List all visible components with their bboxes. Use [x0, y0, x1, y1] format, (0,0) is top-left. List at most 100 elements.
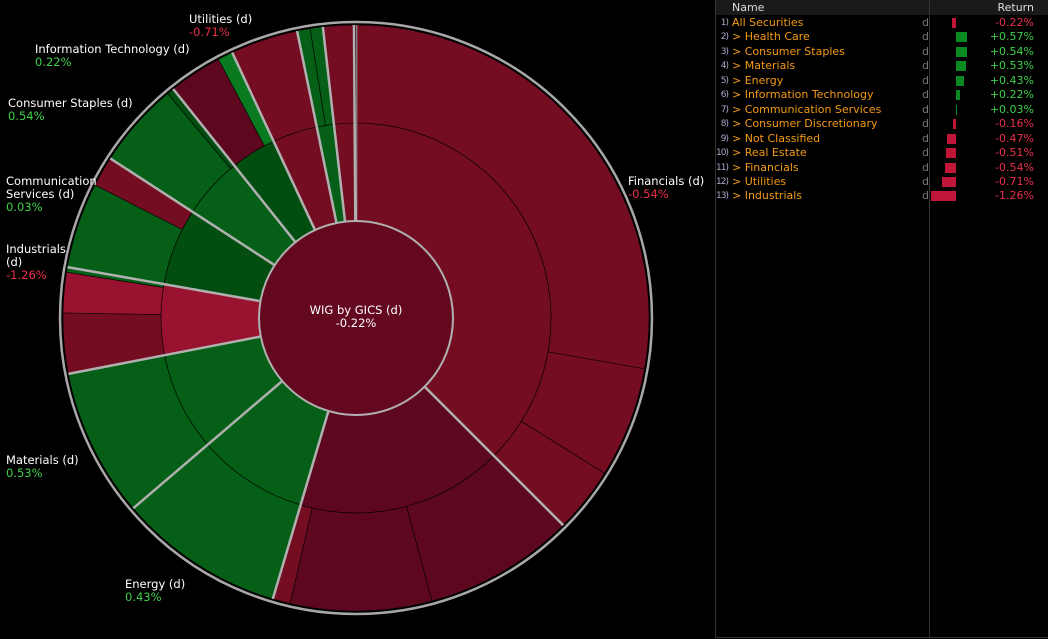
return-bar — [956, 104, 957, 115]
row-name[interactable]: > Industrials — [732, 189, 802, 203]
row-period: d — [922, 189, 929, 203]
label-financials[interactable]: Financials (d) -0.54% — [628, 175, 704, 201]
row-return: +0.57% — [989, 30, 1034, 44]
label-name: Financials (d) — [628, 174, 705, 188]
label-value: -0.71% — [189, 25, 230, 39]
label-name: Information Technology (d) — [35, 42, 190, 56]
label-energy[interactable]: Energy (d) 0.43% — [125, 578, 185, 604]
row-return: -0.54% — [995, 160, 1034, 174]
row-return: +0.22% — [989, 88, 1034, 102]
label-name: Energy (d) — [125, 577, 186, 591]
row-return: -1.26% — [995, 189, 1034, 203]
row-return: -0.51% — [995, 146, 1034, 160]
label-name: Industrials (d) — [6, 242, 66, 269]
row-name[interactable]: > Not Classified — [732, 132, 820, 146]
row-index: 12) — [716, 176, 729, 187]
row-name[interactable]: > Energy — [732, 74, 783, 88]
row-index: 4) — [720, 61, 729, 72]
label-consumer-staples[interactable]: Consumer Staples (d) 0.54% — [8, 97, 133, 123]
return-bar — [952, 119, 956, 130]
return-bar — [956, 32, 968, 43]
row-index: 6) — [720, 90, 729, 101]
table-row[interactable]: 13) > Industrials d -1.26% — [716, 189, 1048, 203]
table-row[interactable]: 7) > Communication Services d +0.03% — [716, 103, 1048, 117]
return-bar — [946, 133, 956, 144]
table-row[interactable]: 10) > Real Estate d -0.51% — [716, 146, 1048, 160]
label-value: 0.53% — [6, 466, 43, 480]
row-index: 10) — [716, 148, 729, 159]
row-period: d — [922, 59, 929, 73]
center-label[interactable]: WIG by GICS (d) -0.22% — [296, 304, 416, 330]
label-name: Utilities (d) — [189, 12, 253, 26]
row-name[interactable]: > Materials — [732, 59, 795, 73]
row-index: 3) — [720, 46, 729, 57]
row-period: d — [922, 174, 929, 188]
return-bar — [956, 46, 967, 57]
row-period: d — [922, 16, 929, 29]
row-name[interactable]: > Consumer Staples — [732, 45, 845, 59]
row-period: d — [922, 102, 929, 116]
label-information-technology[interactable]: Information Technology (d) 0.22% — [35, 43, 190, 69]
row-return: -0.71% — [995, 174, 1034, 188]
label-name: Materials (d) — [6, 453, 79, 467]
sector-outer-consumer-discretionary[interactable] — [289, 505, 433, 612]
table-row[interactable]: 12) > Utilities d -0.71% — [716, 175, 1048, 189]
row-period: d — [922, 44, 929, 58]
table-row[interactable]: 1) All Securities d -0.22% — [716, 16, 1048, 30]
row-period: d — [922, 131, 929, 145]
label-value: 0.54% — [8, 109, 45, 123]
label-industrials[interactable]: Industrials (d) -1.26% — [6, 243, 72, 282]
row-index: 13) — [716, 191, 729, 202]
table-row[interactable]: 9) > Not Classified d -0.47% — [716, 132, 1048, 146]
label-value: 0.22% — [35, 55, 72, 69]
table-row[interactable]: 3) > Consumer Staples d +0.54% — [716, 45, 1048, 59]
row-return: -0.22% — [995, 16, 1034, 29]
table-row[interactable]: 8) > Consumer Discretionary d -0.16% — [716, 117, 1048, 131]
row-name[interactable]: > Health Care — [732, 30, 810, 44]
chart-title: WIG by GICS (d) — [309, 303, 403, 317]
table-row[interactable]: 4) > Materials d +0.53% — [716, 59, 1048, 73]
column-header-name[interactable]: Name — [732, 1, 764, 14]
row-index: 1) — [720, 18, 729, 28]
return-bar — [951, 18, 956, 28]
row-name[interactable]: > Real Estate — [732, 146, 807, 160]
row-name[interactable]: > Utilities — [732, 175, 786, 189]
label-materials[interactable]: Materials (d) 0.53% — [6, 454, 79, 480]
row-return: -0.16% — [995, 117, 1034, 131]
row-index: 2) — [720, 32, 729, 43]
return-bar — [956, 61, 967, 72]
return-bar — [945, 162, 956, 173]
return-bar — [946, 148, 956, 159]
row-index: 7) — [720, 104, 729, 115]
row-index: 9) — [720, 133, 729, 144]
sector-divider — [352, 24, 357, 222]
label-value: 0.03% — [6, 200, 43, 214]
table-header: Name Return — [716, 0, 1048, 15]
row-period: d — [922, 146, 929, 160]
row-period: d — [922, 160, 929, 174]
table-row[interactable]: 11) > Financials d -0.54% — [716, 161, 1048, 175]
label-utilities[interactable]: Utilities (d) -0.71% — [189, 13, 252, 39]
row-return: +0.53% — [989, 59, 1034, 73]
row-return: +0.43% — [989, 73, 1034, 87]
row-name[interactable]: > Communication Services — [732, 103, 881, 117]
row-period: d — [922, 117, 929, 131]
label-name: Communication Services (d) — [6, 174, 97, 201]
return-bar — [942, 176, 956, 187]
row-period: d — [922, 88, 929, 102]
row-index: 8) — [720, 119, 729, 130]
label-name: Consumer Staples (d) — [8, 96, 133, 110]
label-value: -1.26% — [6, 268, 47, 282]
row-name[interactable]: > Information Technology — [732, 88, 874, 102]
table-row[interactable]: 5) > Energy d +0.43% — [716, 74, 1048, 88]
column-header-return[interactable]: Return — [997, 1, 1034, 14]
row-period: d — [922, 30, 929, 44]
row-name[interactable]: > Consumer Discretionary — [732, 117, 878, 131]
row-name[interactable]: All Securities — [732, 16, 803, 30]
center-value: -0.22% — [335, 316, 377, 330]
table-row[interactable]: 2) > Health Care d +0.57% — [716, 30, 1048, 44]
label-communication-services[interactable]: Communication Services (d) 0.03% — [6, 175, 98, 214]
row-return: +0.03% — [989, 102, 1034, 116]
table-row[interactable]: 6) > Information Technology d +0.22% — [716, 88, 1048, 102]
row-name[interactable]: > Financials — [732, 161, 799, 175]
